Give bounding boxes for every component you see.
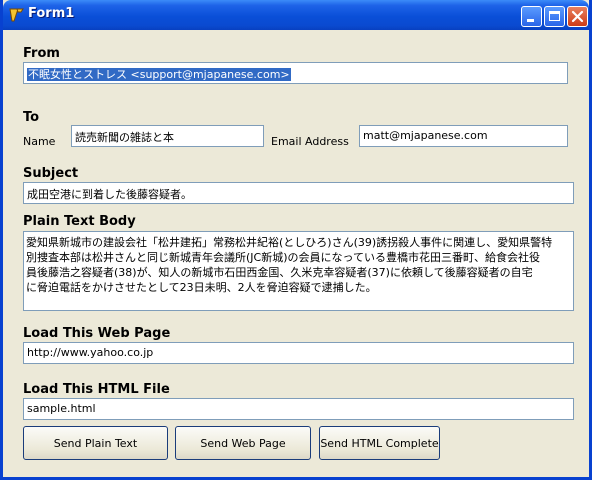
close-icon bbox=[571, 10, 584, 23]
plain-text-body-field[interactable]: 愛知県新城市の建設会社「松井建拓」常務松井紀裕(としひろ)さん(39)誘拐殺人事… bbox=[23, 231, 574, 311]
maximize-button[interactable] bbox=[544, 6, 565, 27]
plain-text-body-heading: Plain Text Body bbox=[23, 214, 136, 229]
name-label: Name bbox=[23, 135, 56, 148]
body-line: に脅迫電話をかけさせたとして23日未明、2人を脅迫容疑で逮捕した。 bbox=[26, 281, 377, 294]
close-button[interactable] bbox=[567, 6, 588, 27]
email-address-label: Email Address bbox=[271, 135, 349, 148]
minimize-icon bbox=[527, 19, 534, 22]
window-title: Form1 bbox=[28, 6, 75, 21]
name-value: 読売新聞の雑誌と本 bbox=[75, 131, 174, 144]
from-value: 不眠女性とストレス <support@mjapanese.com> bbox=[27, 68, 291, 81]
maximize-icon bbox=[549, 11, 560, 21]
send-plain-text-button[interactable]: Send Plain Text bbox=[23, 426, 168, 460]
html-file-field[interactable]: sample.html bbox=[23, 398, 574, 420]
minimize-button[interactable] bbox=[521, 6, 542, 27]
email-address-field[interactable]: matt@mjapanese.com bbox=[359, 125, 568, 147]
send-web-page-button[interactable]: Send Web Page bbox=[175, 426, 311, 460]
from-field[interactable]: 不眠女性とストレス <support@mjapanese.com> bbox=[23, 62, 568, 84]
email-address-value: matt@mjapanese.com bbox=[363, 129, 488, 142]
app-window: Form1 From 不眠女性とストレス <support@mjapanese.… bbox=[0, 0, 592, 480]
body-line: 愛知県新城市の建設会社「松井建拓」常務松井紀裕(としひろ)さん(39)誘拐殺人事… bbox=[26, 236, 553, 249]
title-bar[interactable]: Form1 bbox=[3, 0, 589, 30]
to-heading: To bbox=[23, 110, 40, 125]
html-file-value: sample.html bbox=[27, 402, 96, 415]
html-file-heading: Load This HTML File bbox=[23, 382, 170, 397]
delphi-7-icon bbox=[9, 8, 24, 22]
body-line: 員後藤浩之容疑者(38)が、知人の新城市石田西金国、久米克幸容疑者(37)に依頼… bbox=[26, 266, 533, 279]
subject-heading: Subject bbox=[23, 166, 79, 181]
send-html-complete-button[interactable]: Send HTML Complete bbox=[319, 426, 440, 460]
subject-value: 成田空港に到着した後藤容疑者。 bbox=[27, 188, 192, 201]
web-page-heading: Load This Web Page bbox=[23, 326, 171, 341]
web-page-url-value: http://www.yahoo.co.jp bbox=[27, 346, 154, 359]
body-line: 別捜査本部は松井さんと同じ新城青年会議所(JC新城)の会員になっている豊橋市花田… bbox=[26, 251, 540, 264]
from-heading: From bbox=[23, 46, 60, 61]
subject-field[interactable]: 成田空港に到着した後藤容疑者。 bbox=[23, 182, 574, 204]
email-form: From 不眠女性とストレス <support@mjapanese.com> T… bbox=[6, 30, 592, 477]
web-page-url-field[interactable]: http://www.yahoo.co.jp bbox=[23, 342, 574, 364]
name-field[interactable]: 読売新聞の雑誌と本 bbox=[71, 125, 264, 147]
